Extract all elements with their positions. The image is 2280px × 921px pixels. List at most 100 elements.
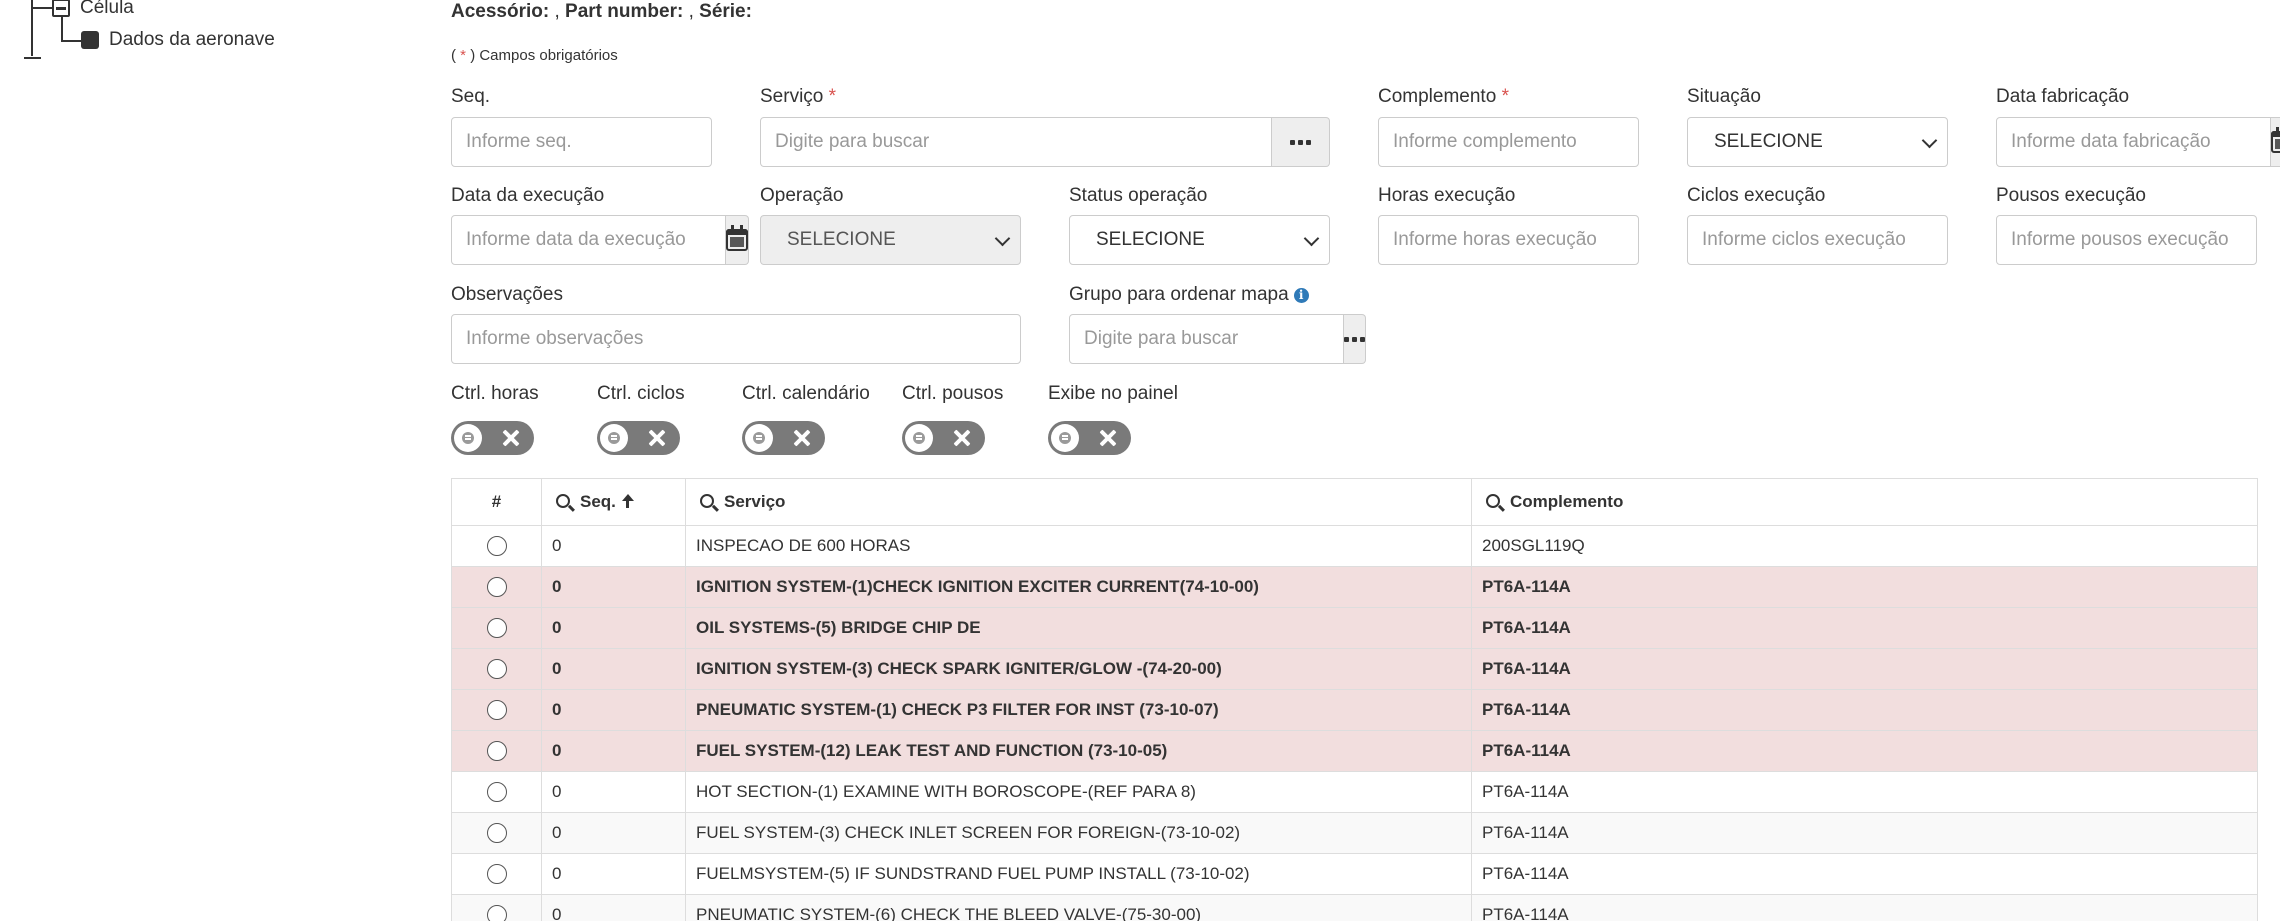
toggle-knob xyxy=(745,424,773,452)
operacao-label: Operação xyxy=(760,185,844,206)
data-execucao-input[interactable] xyxy=(451,215,726,265)
ctrl-calendario-toggle[interactable] xyxy=(742,421,825,455)
cell-complemento: PT6A-114A xyxy=(1471,566,2258,608)
table-row[interactable]: 0 HOT SECTION-(1) EXAMINE WITH BOROSCOPE-… xyxy=(451,771,2258,813)
row-select-radio[interactable] xyxy=(486,905,507,921)
cell-servico: HOT SECTION-(1) EXAMINE WITH BOROSCOPE-(… xyxy=(685,771,1472,813)
row-select-radio[interactable] xyxy=(486,741,507,762)
calendar-icon xyxy=(726,225,748,251)
ctrl-ciclos-toggle[interactable] xyxy=(597,421,680,455)
info-icon[interactable]: i xyxy=(1293,288,1309,303)
row-select-cell xyxy=(451,689,542,731)
table-row[interactable]: 0 IGNITION SYSTEM-(1)CHECK IGNITION EXCIT… xyxy=(451,566,2258,608)
cell-complemento: PT6A-114A xyxy=(1471,771,2258,813)
cell-seq: 0 xyxy=(541,607,686,649)
status-operacao-label: Status operação xyxy=(1069,185,1208,206)
servico-label-text: Serviço xyxy=(760,86,824,107)
cell-servico: OIL SYSTEMS-(5) BRIDGE CHIP DE xyxy=(685,607,1472,649)
cell-seq: 0 xyxy=(541,853,686,895)
row-select-cell xyxy=(451,607,542,649)
grupo-mapa-search-group xyxy=(1069,314,1366,364)
column-header-complemento[interactable]: Complemento xyxy=(1471,478,2258,526)
chevron-down-icon xyxy=(1921,132,1938,149)
table-row[interactable]: 0 FUELMSYSTEM-(5) IF SUNDSTRAND FUEL PUMP… xyxy=(451,853,2258,895)
cell-servico: FUEL SYSTEM-(3) CHECK INLET SCREEN FOR F… xyxy=(685,812,1472,854)
ctrl-horas-toggle[interactable] xyxy=(451,421,534,455)
data-fabricacao-calendar-button[interactable] xyxy=(2271,117,2280,167)
cell-complemento: PT6A-114A xyxy=(1471,689,2258,731)
situacao-select-value: SELECIONE xyxy=(1714,131,1823,152)
search-icon[interactable] xyxy=(1486,494,1500,508)
observacoes-input[interactable] xyxy=(451,314,1021,364)
grupo-mapa-label-text: Grupo para ordenar mapa xyxy=(1069,284,1289,305)
table-row[interactable]: 0 FUEL SYSTEM-(12) LEAK TEST AND FUNCTION… xyxy=(451,730,2258,772)
ctrl-pousos-toggle[interactable] xyxy=(902,421,985,455)
situacao-select[interactable]: SELECIONE xyxy=(1687,117,1948,167)
table-body: 0 INSPECAO DE 600 HORAS 200SGL119Q 0 IGNITIO… xyxy=(451,525,2258,921)
cell-complemento: PT6A-114A xyxy=(1471,730,2258,772)
search-icon[interactable] xyxy=(700,494,714,508)
required-note-open: ( xyxy=(451,47,456,64)
row-select-radio[interactable] xyxy=(486,659,507,680)
situacao-label: Situação xyxy=(1687,86,1761,107)
close-icon xyxy=(648,429,666,447)
ciclos-execucao-input[interactable] xyxy=(1687,215,1948,265)
tree-leaf-icon xyxy=(81,31,99,49)
row-select-radio[interactable] xyxy=(486,700,507,721)
seq-input[interactable] xyxy=(451,117,712,167)
table-row[interactable]: 0 FUEL SYSTEM-(3) CHECK INLET SCREEN FOR … xyxy=(451,812,2258,854)
cell-servico: PNEUMATIC SYSTEM-(1) CHECK P3 FILTER FOR… xyxy=(685,689,1472,731)
grupo-mapa-lookup-button[interactable] xyxy=(1344,314,1366,364)
tree-item-celula[interactable]: Célula xyxy=(80,0,134,19)
exibe-painel-toggle[interactable] xyxy=(1048,421,1131,455)
cell-complemento: PT6A-114A xyxy=(1471,648,2258,690)
search-icon[interactable] xyxy=(556,494,570,508)
cell-seq: 0 xyxy=(541,566,686,608)
complemento-label-text: Complemento xyxy=(1378,86,1497,107)
part-number-value: , xyxy=(688,1,694,22)
row-select-radio[interactable] xyxy=(486,782,507,803)
required-note-text: ) Campos obrigatórios xyxy=(470,47,618,64)
table-row[interactable]: 0 PNEUMATIC SYSTEM-(6) CHECK THE BLEED VA… xyxy=(451,894,2258,921)
row-select-radio[interactable] xyxy=(486,864,507,885)
data-fabricacao-label: Data fabricação xyxy=(1996,86,2130,107)
tree-collapse-icon[interactable] xyxy=(52,0,70,17)
tree-line xyxy=(31,7,53,9)
grupo-mapa-search-input[interactable] xyxy=(1069,314,1344,364)
operacao-select[interactable]: SELECIONE xyxy=(760,215,1021,265)
table-row[interactable]: 0 INSPECAO DE 600 HORAS 200SGL119Q xyxy=(451,525,2258,567)
servico-search-input[interactable] xyxy=(760,117,1272,167)
cell-servico: FUELMSYSTEM-(5) IF SUNDSTRAND FUEL PUMP … xyxy=(685,853,1472,895)
table-row[interactable]: 0 PNEUMATIC SYSTEM-(1) CHECK P3 FILTER FO… xyxy=(451,689,2258,731)
row-select-radio[interactable] xyxy=(486,577,507,598)
horas-execucao-label: Horas execução xyxy=(1378,185,1516,206)
servico-label: Serviço * xyxy=(760,86,836,108)
accessory-value: , xyxy=(554,1,560,22)
table-row[interactable]: 0 OIL SYSTEMS-(5) BRIDGE CHIP DE PT6A-114A xyxy=(451,607,2258,649)
calendar-icon xyxy=(2271,127,2280,153)
column-header-seq[interactable]: Seq. xyxy=(541,478,686,526)
table-row[interactable]: 0 IGNITION SYSTEM-(3) CHECK SPARK IGNITER… xyxy=(451,648,2258,690)
row-select-cell xyxy=(451,894,542,921)
tree-line xyxy=(24,57,41,59)
pousos-execucao-input[interactable] xyxy=(1996,215,2257,265)
status-operacao-select[interactable]: SELECIONE xyxy=(1069,215,1330,265)
data-execucao-calendar-button[interactable] xyxy=(726,215,749,265)
row-select-radio[interactable] xyxy=(486,823,507,844)
row-select-radio[interactable] xyxy=(486,536,507,557)
serie-label: Série: xyxy=(699,1,752,22)
servico-lookup-button[interactable] xyxy=(1272,117,1330,167)
row-select-cell xyxy=(451,730,542,772)
data-fabricacao-input[interactable] xyxy=(1996,117,2271,167)
data-execucao-label: Data da execução xyxy=(451,185,605,206)
tree-item-dados-aeronave[interactable]: Dados da aeronave xyxy=(109,29,275,51)
cell-seq: 0 xyxy=(541,689,686,731)
accessory-label: Acessório: xyxy=(451,1,550,22)
table-header-row: # Seq. Serviço Complemento xyxy=(451,478,2258,526)
horas-execucao-input[interactable] xyxy=(1378,215,1639,265)
row-select-cell xyxy=(451,812,542,854)
complemento-input[interactable] xyxy=(1378,117,1639,167)
column-header-servico[interactable]: Serviço xyxy=(685,478,1472,526)
servico-search-group xyxy=(760,117,1330,167)
row-select-radio[interactable] xyxy=(486,618,507,639)
